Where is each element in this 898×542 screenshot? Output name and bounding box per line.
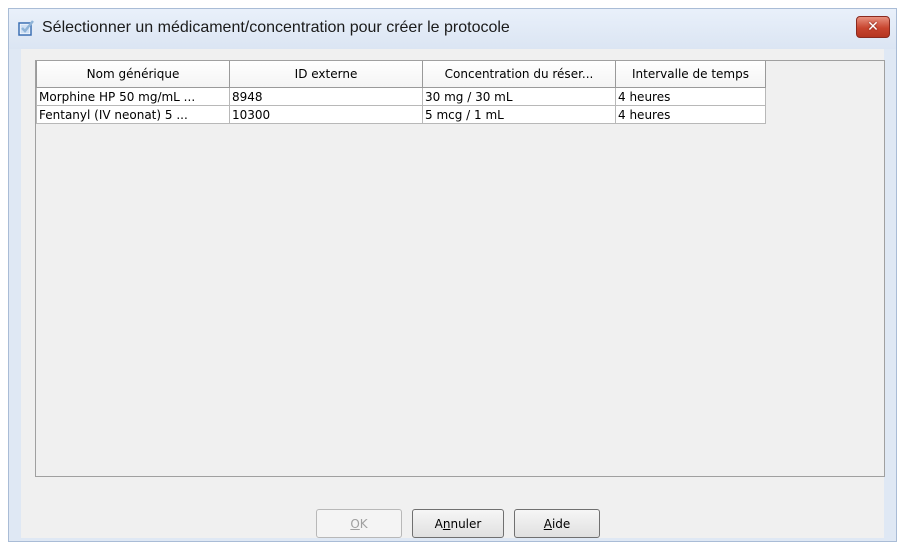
dialog-title: Sélectionner un médicament/concentration… [42, 19, 510, 36]
close-button[interactable]: ✕ [856, 16, 890, 38]
cancel-mnemonic: n [442, 516, 451, 531]
cell-concentration[interactable]: 5 mcg / 1 mL [422, 105, 616, 124]
help-label-rest: ide [551, 516, 571, 531]
medication-table-area[interactable]: Nom générique ID externe Concentration d… [35, 60, 885, 477]
button-bar: OK An nuler Aide [21, 509, 884, 539]
column-header-intervalle[interactable]: Intervalle de temps [615, 61, 766, 88]
table-row[interactable]: Morphine HP 50 mg/mL ... 8948 30 mg / 30… [36, 87, 766, 106]
cancel-label-rest: nuler [450, 516, 482, 531]
checkbox-icon [18, 20, 34, 36]
column-header-concentration[interactable]: Concentration du réser... [422, 61, 616, 88]
ok-button[interactable]: OK [316, 509, 402, 538]
column-header-nom-generique[interactable]: Nom générique [36, 61, 230, 88]
cell-id-externe[interactable]: 8948 [229, 87, 423, 106]
medication-table: Nom générique ID externe Concentration d… [36, 61, 766, 124]
ok-label-rest: K [359, 516, 368, 531]
table-header-row: Nom générique ID externe Concentration d… [36, 61, 766, 88]
dialog-window: Sélectionner un médicament/concentration… [8, 8, 897, 542]
column-header-id-externe[interactable]: ID externe [229, 61, 423, 88]
cancel-button[interactable]: An nuler [412, 509, 504, 538]
cancel-label-pre: A [434, 516, 443, 531]
ok-mnemonic: O [350, 516, 360, 531]
cell-intervalle[interactable]: 4 heures [615, 87, 766, 106]
cell-concentration[interactable]: 30 mg / 30 mL [422, 87, 616, 106]
cell-id-externe[interactable]: 10300 [229, 105, 423, 124]
cell-intervalle[interactable]: 4 heures [615, 105, 766, 124]
help-mnemonic: A [543, 516, 552, 531]
cell-nom-generique[interactable]: Fentanyl (IV neonat) 5 ... [36, 105, 230, 124]
help-button[interactable]: Aide [514, 509, 600, 538]
cell-nom-generique[interactable]: Morphine HP 50 mg/mL ... [36, 87, 230, 106]
title-bar[interactable]: Sélectionner un médicament/concentration… [9, 9, 896, 49]
table-row[interactable]: Fentanyl (IV neonat) 5 ... 10300 5 mcg /… [36, 105, 766, 124]
close-icon: ✕ [867, 19, 879, 35]
dialog-content: Nom générique ID externe Concentration d… [21, 49, 885, 539]
